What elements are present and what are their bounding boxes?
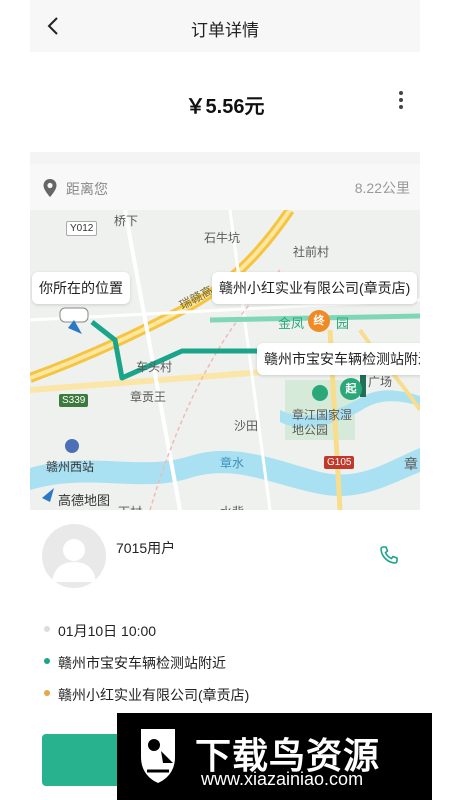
avatar	[42, 524, 106, 588]
distance-label: 距离您	[66, 181, 108, 197]
time-dot	[44, 626, 50, 632]
road-tag-s339: S339	[59, 394, 89, 407]
park-icon	[312, 385, 328, 401]
from-address: 赣州市宝安车辆检测站附近	[58, 655, 226, 671]
to-address: 赣州小红实业有限公司(章贡店)	[58, 687, 250, 703]
map-label-qiaoxia: 桥下	[114, 214, 139, 228]
map-label-amap: 高德地图	[58, 493, 111, 508]
phone-icon[interactable]	[378, 544, 400, 566]
from-dot	[44, 658, 50, 664]
map-label-zhang: 章	[404, 456, 418, 472]
map-label-yuan: 园	[336, 316, 350, 331]
map-label-wetland: 章江国家湿地公园	[292, 408, 353, 437]
map-label-zhanggongwang: 章贡王	[130, 390, 167, 404]
price-section: ￥5.56元	[30, 52, 420, 152]
location-pin-icon	[43, 179, 57, 197]
road-tag-g105: G105	[324, 456, 355, 469]
info-to-row: 赣州小红实业有限公司(章贡店)	[30, 678, 420, 708]
destination-pin[interactable]: 终	[308, 310, 330, 332]
amap-logo-icon	[42, 488, 54, 502]
to-dot	[44, 690, 50, 696]
map-label-shatian: 沙田	[234, 419, 259, 433]
info-time-row: 01月10日 10:00	[30, 614, 420, 644]
user-name: 7015用户	[116, 540, 176, 556]
info-from-row: 赣州市宝安车辆检测站附近	[30, 646, 420, 676]
watermark-logo-icon	[141, 729, 175, 783]
page-title: 订单详情	[191, 21, 259, 40]
map-label-guangchang: 广场	[368, 375, 393, 389]
map-label-shuibei: 水背	[220, 503, 244, 510]
user-icon	[52, 539, 96, 582]
road-tag-y012: Y012	[66, 221, 98, 236]
route-map[interactable]: Y012 桥下 石牛坑 社前村 瑞赣高 金凤 园 车头村 章贡王 S339 沙田…	[30, 210, 420, 510]
map-label-zhangshui: 章水	[220, 456, 245, 470]
map-label-ganzhouxi: 赣州西站	[46, 460, 95, 474]
more-vertical-icon[interactable]	[394, 88, 408, 116]
watermark-url: www.xiazainiao.com	[201, 769, 364, 789]
order-price: ￥5.56元	[185, 96, 265, 118]
current-location-bubble: 你所在的位置	[32, 272, 130, 304]
train-station-icon	[65, 439, 79, 453]
user-section: 7015用户	[30, 510, 420, 600]
watermark-banner: 下载鸟资源 www.xiazainiao.com	[117, 713, 432, 800]
order-info: 01月10日 10:00 赣州市宝安车辆检测站附近 赣州小红实业有限公司(章贡店…	[30, 600, 420, 708]
section-divider	[30, 152, 420, 164]
distance-value: 8.22公里	[354, 180, 410, 196]
start-pin[interactable]: 起	[340, 378, 362, 400]
destination-bubble: 赣州小红实业有限公司(章贡店)	[212, 272, 418, 304]
car-icon	[59, 307, 89, 323]
distance-row: 距离您 8.22公里	[30, 164, 420, 210]
order-time: 01月10日 10:00	[58, 623, 157, 639]
map-label-xiacun: 下村	[118, 503, 142, 510]
order-detail-page: 订单详情 ￥5.56元 距离您 8.22公里 Y012 桥下 石牛坑 社前村 瑞…	[30, 0, 420, 800]
map-label-jinfeng: 金凤	[278, 316, 305, 331]
map-label-sheqiancun: 社前村	[293, 245, 330, 259]
map-label-chehucun: 车头村	[136, 360, 173, 374]
header-bar: 订单详情	[30, 0, 420, 52]
start-bubble: 赣州市宝安车辆检测站附近	[257, 343, 420, 375]
map-label-shiniukeng: 石牛坑	[204, 231, 241, 245]
